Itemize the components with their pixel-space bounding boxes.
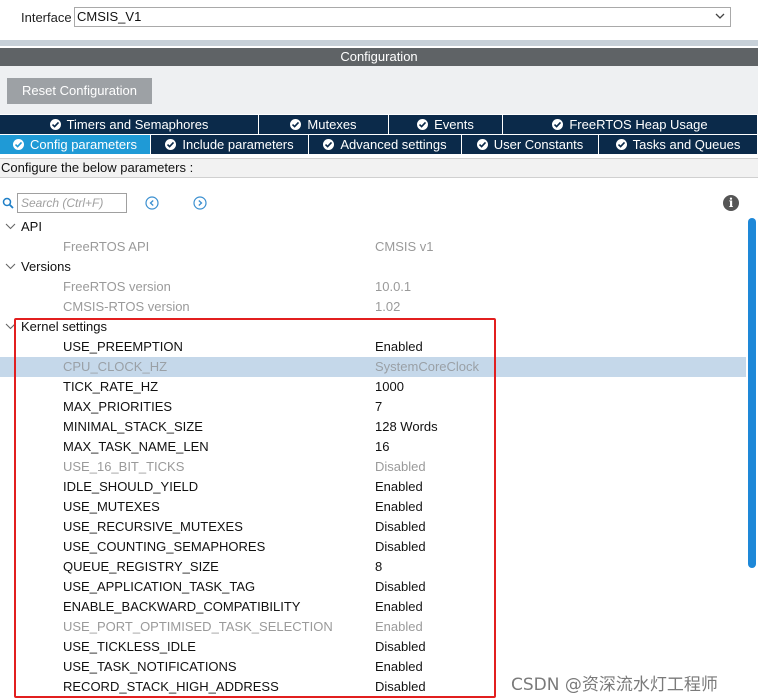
check-circle-icon	[290, 119, 302, 130]
check-circle-icon	[49, 119, 61, 130]
previous-result-icon[interactable]	[145, 196, 159, 210]
group-versions[interactable]: Versions	[0, 257, 746, 277]
tab-label: Config parameters	[30, 137, 137, 152]
group-label: API	[21, 219, 42, 234]
kernel-settings-highlight-box	[14, 318, 496, 698]
tab-timers-and-semaphores[interactable]: Timers and Semaphores	[0, 115, 259, 134]
next-result-icon[interactable]	[193, 196, 207, 210]
scrollbar-thumb[interactable]	[748, 218, 756, 568]
tab-label: Events	[434, 117, 474, 132]
configuration-header: Configuration	[0, 48, 758, 66]
tab-label: User Constants	[493, 137, 584, 152]
tab-config-parameters[interactable]: Config parameters	[0, 135, 151, 154]
check-circle-icon	[13, 139, 25, 150]
tab-user-constants[interactable]: User Constants	[462, 135, 599, 154]
check-circle-icon	[615, 139, 627, 150]
group-label: Versions	[21, 259, 71, 274]
tab-label: Advanced settings	[340, 137, 447, 152]
tab-label: Mutexes	[307, 117, 357, 132]
group-api[interactable]: API	[0, 217, 746, 237]
tab-events[interactable]: Events	[389, 115, 503, 134]
info-icon[interactable]: i	[723, 195, 739, 211]
reset-configuration-button[interactable]: Reset Configuration	[7, 78, 152, 104]
param-name: CMSIS-RTOS version	[63, 299, 190, 314]
tab-label: Tasks and Queues	[632, 137, 741, 152]
configure-instructions: Configure the below parameters :	[0, 158, 758, 178]
watermark: CSDN @资深流水灯工程师	[511, 675, 718, 695]
tab-mutexes[interactable]: Mutexes	[259, 115, 389, 134]
tab-label: FreeRTOS Heap Usage	[569, 117, 708, 132]
param-row[interactable]: CMSIS-RTOS version 1.02	[0, 297, 746, 317]
search-icon	[2, 197, 14, 212]
check-circle-icon	[323, 139, 335, 150]
check-circle-icon	[165, 139, 177, 150]
interface-label: Interface	[21, 10, 72, 25]
param-name: FreeRTOS version	[63, 279, 171, 294]
divider	[0, 40, 758, 46]
tab-freertos-heap-usage[interactable]: FreeRTOS Heap Usage	[503, 115, 758, 134]
param-value: CMSIS v1	[375, 239, 434, 254]
tab-advanced-settings[interactable]: Advanced settings	[309, 135, 462, 154]
interface-value: CMSIS_V1	[77, 9, 142, 24]
param-value: 1.02	[375, 299, 401, 314]
param-name: FreeRTOS API	[63, 239, 150, 254]
check-circle-icon	[417, 119, 429, 130]
param-row[interactable]: FreeRTOS version 10.0.1	[0, 277, 746, 297]
tab-label: Timers and Semaphores	[66, 117, 209, 132]
check-circle-icon	[476, 139, 488, 150]
param-value: 10.0.1	[375, 279, 412, 294]
tab-tasks-and-queues[interactable]: Tasks and Queues	[599, 135, 758, 154]
tab-label: Include parameters	[182, 137, 294, 152]
check-circle-icon	[552, 119, 564, 130]
search-input[interactable]	[17, 193, 127, 213]
param-row[interactable]: FreeRTOS API CMSIS v1	[0, 237, 746, 257]
interface-dropdown[interactable]: CMSIS_V1	[74, 7, 731, 27]
tab-include-parameters[interactable]: Include parameters	[151, 135, 309, 154]
chevron-down-icon	[714, 9, 726, 27]
